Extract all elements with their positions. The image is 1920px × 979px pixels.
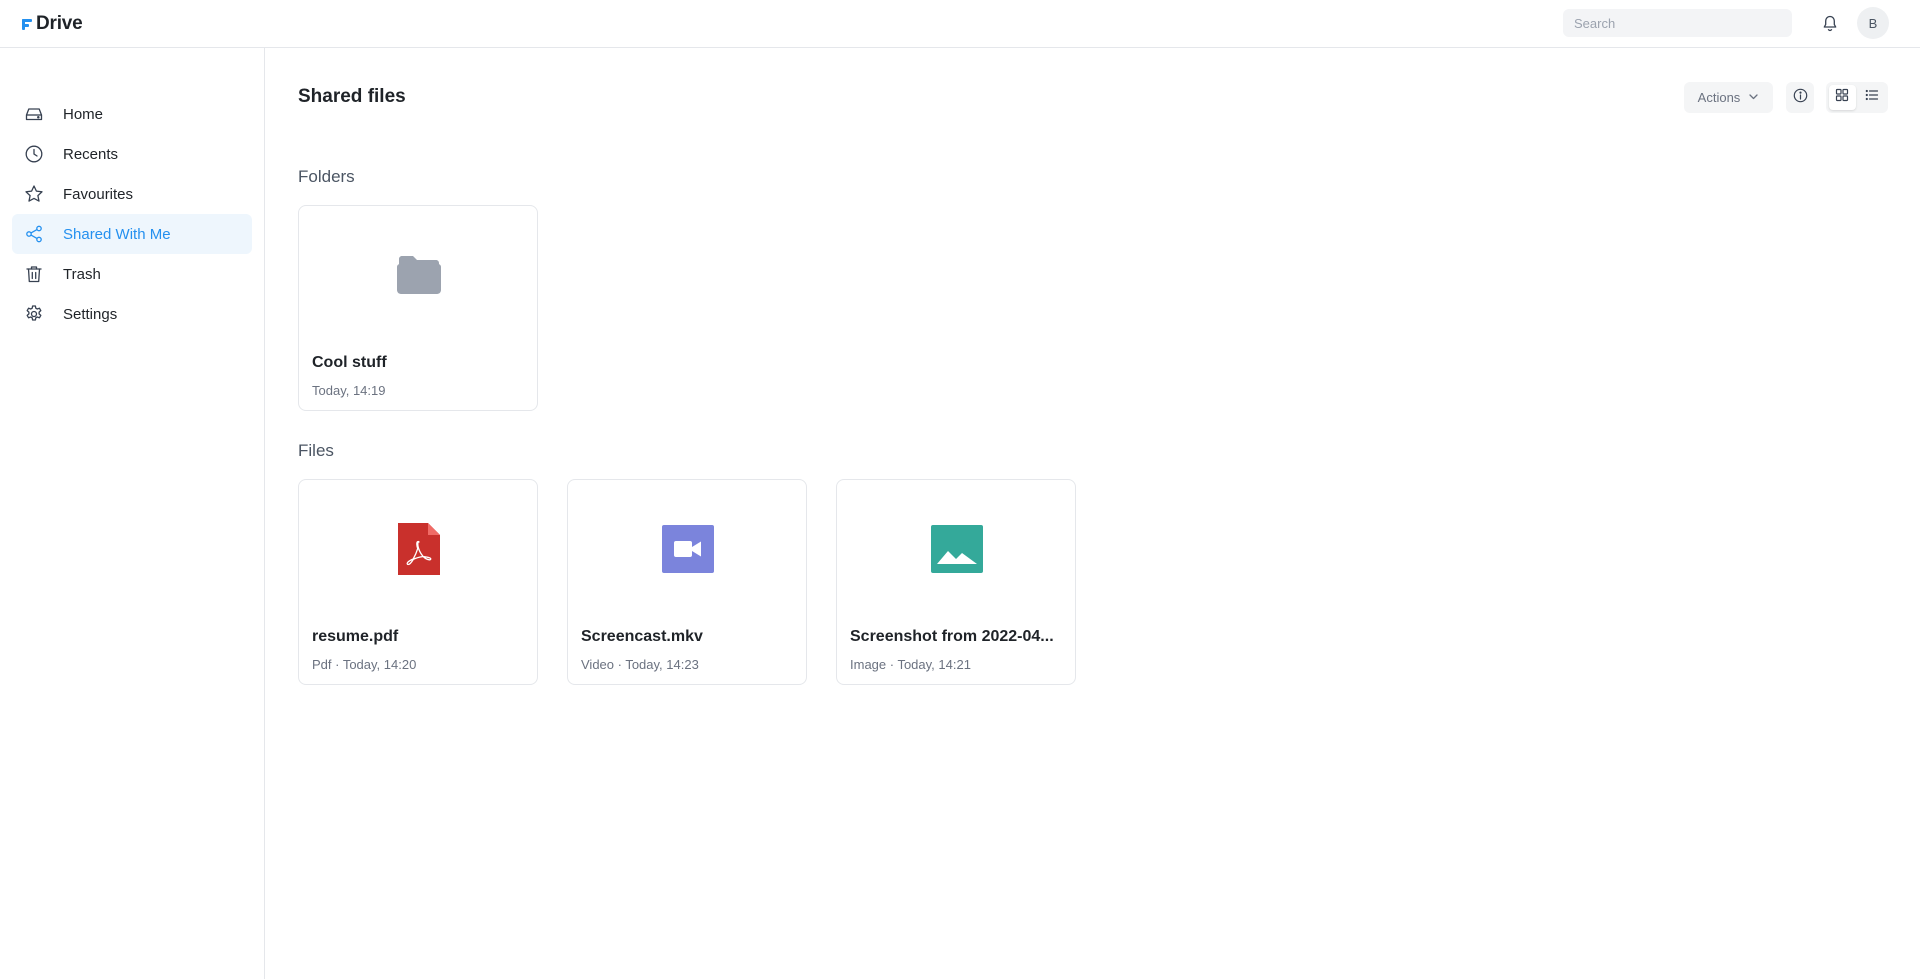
folder-meta: Today, 14:19 [312,383,386,398]
file-name: resume.pdf [312,628,399,645]
list-icon [1865,88,1879,107]
actions-dropdown[interactable]: Actions [1684,82,1773,113]
file-meta: Image · Today, 14:21 [850,657,971,672]
folder-icon [396,255,442,300]
page-title: Shared files [298,86,406,107]
clock-icon [24,144,44,164]
video-icon [662,524,714,578]
star-icon [24,184,44,204]
search-input[interactable] [1563,9,1792,37]
top-bar: Drive B [0,0,1920,48]
trash-icon [24,264,44,284]
drive-logo-icon [22,18,32,30]
share-icon [24,224,44,244]
sidebar-item-home[interactable]: Home [12,94,252,134]
avatar[interactable]: B [1857,7,1889,39]
sidebar-item-recents[interactable]: Recents [12,134,252,174]
sidebar: Home Recents Favourites Shared With Me T… [0,48,265,979]
file-card[interactable]: resume.pdf Pdf · Today, 14:20 [298,479,538,685]
info-button[interactable] [1786,82,1814,113]
file-name: Screencast.mkv [581,628,703,645]
files-heading: Files [298,441,334,460]
app-logo[interactable]: Drive [22,13,83,35]
folders-heading: Folders [298,167,355,186]
folder-name: Cool stuff [312,354,387,371]
sidebar-item-favourites[interactable]: Favourites [12,174,252,214]
grid-view-button[interactable] [1829,85,1856,110]
drive-icon [24,104,44,124]
grid-icon [1835,88,1849,107]
folder-card[interactable]: Cool stuff Today, 14:19 [298,205,538,411]
file-card[interactable]: Screencast.mkv Video · Today, 14:23 [567,479,807,685]
gear-icon [24,304,44,324]
info-icon [1793,88,1808,108]
list-view-button[interactable] [1859,85,1886,110]
bell-icon[interactable] [1819,12,1841,34]
sidebar-item-trash[interactable]: Trash [12,254,252,294]
actions-label: Actions [1697,90,1741,105]
chevron-down-icon [1748,90,1759,105]
app-name: Drive [36,13,83,34]
image-icon [931,524,983,578]
sidebar-item-settings[interactable]: Settings [12,294,252,334]
view-toggle [1826,82,1888,113]
sidebar-item-shared-with-me[interactable]: Shared With Me [12,214,252,254]
file-card[interactable]: Screenshot from 2022-04... Image · Today… [836,479,1076,685]
file-meta: Pdf · Today, 14:20 [312,657,417,672]
file-meta: Video · Today, 14:23 [581,657,699,672]
pdf-icon [398,522,440,580]
file-name: Screenshot from 2022-04... [850,628,1054,645]
